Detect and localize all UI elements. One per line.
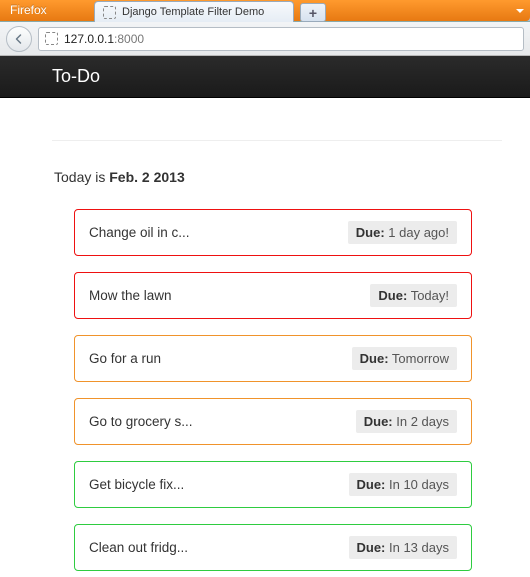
due-value: In 10 days — [385, 477, 449, 492]
today-line: Today is Feb. 2 2013 — [54, 169, 508, 185]
due-value: 1 day ago! — [385, 225, 449, 240]
due-value: Today! — [407, 288, 449, 303]
due-label: Due: — [378, 288, 407, 303]
tab-title: Django Template Filter Demo — [122, 6, 264, 18]
url-host: 127.0.0.1 — [64, 32, 114, 46]
due-value: In 13 days — [385, 540, 449, 555]
todo-title: Mow the lawn — [89, 288, 172, 303]
todo-list: Change oil in c... Due: 1 day ago! Mow the… — [52, 209, 472, 571]
app-navbar: To-Do — [0, 56, 530, 98]
address-toolbar: 127.0.0.1:8000 — [0, 22, 530, 56]
todo-card: Go for a run Due: Tomorrow — [74, 335, 472, 382]
due-value: Tomorrow — [389, 351, 449, 366]
todo-card: Get bicycle fix... Due: In 10 days — [74, 461, 472, 508]
browser-tab[interactable]: Django Template Filter Demo — [94, 1, 294, 22]
page-favicon-placeholder-icon — [103, 6, 116, 19]
todo-card: Mow the lawn Due: Today! — [74, 272, 472, 319]
app-title: To-Do — [52, 66, 100, 87]
due-badge: Due: Tomorrow — [352, 347, 457, 370]
tab-bar: Django Template Filter Demo + — [94, 1, 326, 22]
todo-title: Go to grocery s... — [89, 414, 193, 429]
due-label: Due: — [357, 540, 386, 555]
due-badge: Due: In 13 days — [349, 536, 458, 559]
back-arrow-icon — [13, 33, 25, 45]
todo-card: Clean out fridg... Due: In 13 days — [74, 524, 472, 571]
plus-icon: + — [309, 5, 317, 21]
site-identity-icon — [45, 32, 58, 45]
due-badge: Due: In 2 days — [356, 410, 457, 433]
back-button[interactable] — [6, 26, 32, 52]
due-badge: Due: 1 day ago! — [348, 221, 457, 244]
divider — [52, 140, 502, 141]
today-prefix: Today is — [54, 169, 109, 185]
todo-card: Go to grocery s... Due: In 2 days — [74, 398, 472, 445]
due-label: Due: — [364, 414, 393, 429]
due-badge: Due: In 10 days — [349, 473, 458, 496]
due-value: In 2 days — [393, 414, 449, 429]
due-badge: Due: Today! — [370, 284, 457, 307]
today-date: Feb. 2 2013 — [109, 169, 185, 185]
due-label: Due: — [360, 351, 389, 366]
due-label: Due: — [357, 477, 386, 492]
todo-title: Go for a run — [89, 351, 161, 366]
todo-title: Get bicycle fix... — [89, 477, 184, 492]
due-label: Due: — [356, 225, 385, 240]
page-content: Today is Feb. 2 2013 Change oil in c... D… — [0, 98, 530, 571]
address-bar[interactable]: 127.0.0.1:8000 — [38, 27, 524, 51]
todo-card: Change oil in c... Due: 1 day ago! — [74, 209, 472, 256]
todo-title: Clean out fridg... — [89, 540, 188, 555]
new-tab-button[interactable]: + — [300, 3, 326, 22]
url-port: :8000 — [114, 32, 144, 46]
url-text: 127.0.0.1:8000 — [64, 32, 144, 46]
todo-title: Change oil in c... — [89, 225, 190, 240]
firefox-menu-label: Firefox — [10, 3, 47, 17]
browser-tabstrip: Firefox Django Template Filter Demo + — [0, 0, 530, 22]
